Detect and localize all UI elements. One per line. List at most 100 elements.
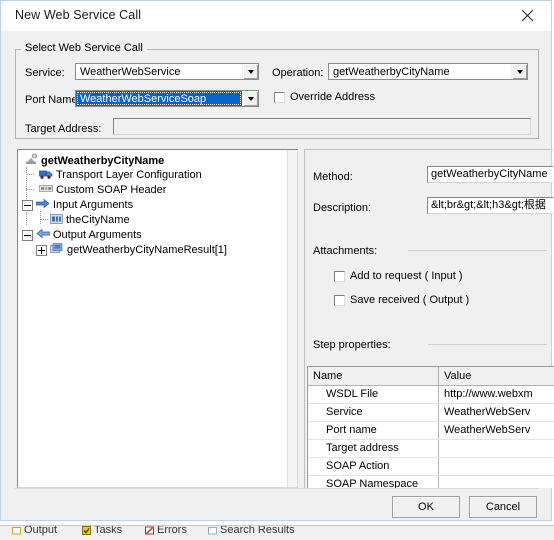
tree-node-custom-soap-header[interactable]: Custom SOAP Header (36, 183, 166, 197)
service-label: Service: (25, 67, 65, 79)
tree-node-transport-layer-configuration[interactable]: Transport Layer Configuration (36, 168, 202, 182)
service-combobox[interactable]: WeatherWebService (75, 63, 259, 80)
property-name: SOAP Namespace (326, 478, 419, 488)
tree-connector (26, 174, 34, 175)
dialog-title: New Web Service Call (15, 8, 142, 22)
operation-combobox[interactable]: getWeatherbyCityName (328, 63, 528, 80)
arguments-tree-panel[interactable]: getWeatherbyCityName Transport Layer Con… (17, 149, 298, 488)
tree-node-output-arguments[interactable]: Output Arguments (22, 228, 142, 242)
tree-connector (40, 211, 41, 224)
override-address-label: Override Address (290, 91, 375, 103)
transport-icon (39, 168, 53, 183)
table-row[interactable]: Service WeatherWebServ (308, 404, 554, 421)
chevron-down-icon[interactable] (242, 91, 258, 106)
tree-node-label: getWeatherbyCityNameResult[1] (67, 244, 227, 256)
operation-label: Operation: (272, 67, 324, 79)
group-label: Select Web Service Call (21, 42, 147, 54)
input-arrow-icon (35, 198, 50, 212)
chevron-down-icon[interactable] (511, 64, 527, 79)
add-to-request-checkbox-row[interactable]: Add to request ( Input ) (334, 270, 463, 282)
tasks-icon (82, 526, 91, 535)
description-value: &lt;br&gt;&lt;h3&gt;根据 (431, 199, 546, 211)
description-input[interactable]: &lt;br&gt;&lt;h3&gt;根据 (427, 197, 553, 214)
tree-toggle-plus-icon[interactable] (36, 244, 47, 256)
override-address-checkbox[interactable] (274, 91, 285, 103)
dialog-titlebar: New Web Service Call (1, 1, 551, 31)
tree-node-label: getWeatherbyCityName (41, 155, 165, 167)
property-name: WSDL File (326, 388, 379, 400)
table-row[interactable]: Port name WeatherWebServ (308, 422, 554, 439)
ide-tab-label: Errors (157, 525, 187, 536)
method-value: getWeatherbyCityName (431, 168, 548, 180)
port-name-label: Port Name: (25, 94, 81, 106)
step-properties-separator (428, 344, 547, 345)
ide-tab-tasks[interactable]: Tasks (82, 526, 122, 536)
ide-tab-search-results[interactable]: Search Results (208, 526, 295, 536)
tree-node-label: Custom SOAP Header (56, 184, 167, 196)
cancel-button[interactable]: Cancel (469, 496, 537, 518)
tree-vertical-scrollbar[interactable] (287, 150, 297, 487)
ide-status-strip: Output Tasks Errors Search Results (0, 525, 554, 540)
tree-toggle-minus-icon[interactable] (22, 199, 33, 211)
tree-node-thecityname[interactable]: theCityName (50, 213, 130, 227)
column-header-name: Name (313, 370, 343, 382)
property-value (439, 476, 554, 488)
right-panel-left-border (304, 149, 305, 488)
save-received-checkbox[interactable] (334, 294, 345, 306)
properties-grid-header: Name Value (308, 367, 554, 386)
tree-node-label: theCityName (66, 214, 130, 226)
target-address-label: Target Address: (25, 123, 102, 135)
cancel-button-label: Cancel (485, 501, 521, 513)
tree-connector (40, 219, 48, 220)
errors-icon (145, 526, 154, 535)
tree-node-label: Input Arguments (53, 199, 134, 211)
tree-node-label: Output Arguments (53, 229, 142, 241)
port-name-combobox[interactable]: WeatherWebServiceSoap (75, 90, 259, 107)
step-properties-label: Step properties: (313, 339, 391, 351)
string-argument-icon (50, 213, 63, 227)
ok-button[interactable]: OK (392, 496, 460, 518)
property-name: Port name (326, 424, 377, 436)
column-header-value: Value (444, 370, 472, 382)
operation-value: getWeatherbyCityName (333, 65, 450, 78)
tree-node-root[interactable]: getWeatherbyCityName (22, 153, 165, 169)
description-label: Description: (313, 202, 372, 214)
tree-node-input-arguments[interactable]: Input Arguments (22, 198, 133, 212)
service-value: WeatherWebService (80, 65, 181, 78)
chevron-down-icon[interactable] (242, 64, 258, 79)
property-value (439, 458, 554, 475)
ide-tab-errors[interactable]: Errors (145, 525, 187, 536)
save-received-checkbox-row[interactable]: Save received ( Output ) (334, 294, 469, 306)
method-label: Method: (313, 171, 353, 183)
property-name: Target address (326, 442, 399, 454)
method-input[interactable]: getWeatherbyCityName (427, 166, 553, 183)
property-name: SOAP Action (326, 460, 390, 472)
webservice-icon (25, 153, 38, 169)
property-value: WeatherWebServ (444, 424, 531, 436)
soap-header-icon (39, 183, 53, 197)
tree-connector (26, 167, 27, 225)
ide-tab-output[interactable]: Output (12, 526, 57, 536)
array-argument-icon (50, 243, 64, 257)
add-to-request-label: Add to request ( Input ) (350, 270, 463, 282)
table-row[interactable]: WSDL File http://www.webxm (308, 386, 554, 403)
attachments-separator (408, 250, 547, 251)
step-properties-grid[interactable]: Name Value WSDL File http://www.webxm Se… (307, 366, 554, 488)
table-row[interactable]: Target address (308, 440, 554, 457)
attachments-label: Attachments: (313, 245, 378, 257)
ok-button-label: OK (418, 501, 434, 513)
tree-connector (26, 189, 34, 190)
table-row[interactable]: SOAP Namespace (308, 476, 554, 488)
target-address-input[interactable] (113, 118, 531, 135)
tree-toggle-minus-icon[interactable] (22, 229, 33, 241)
override-address-checkbox-row[interactable]: Override Address (274, 91, 375, 103)
table-row[interactable]: SOAP Action (308, 458, 554, 475)
output-arrow-icon (36, 228, 51, 242)
property-value: WeatherWebServ (444, 406, 531, 418)
output-icon (12, 526, 21, 535)
tree-node-getweatherbycitynameresult[interactable]: getWeatherbyCityNameResult[1] (36, 243, 227, 257)
port-name-value: WeatherWebServiceSoap (76, 91, 242, 106)
save-received-label: Save received ( Output ) (350, 294, 470, 306)
close-icon[interactable] (509, 1, 545, 30)
add-to-request-checkbox[interactable] (334, 270, 345, 282)
